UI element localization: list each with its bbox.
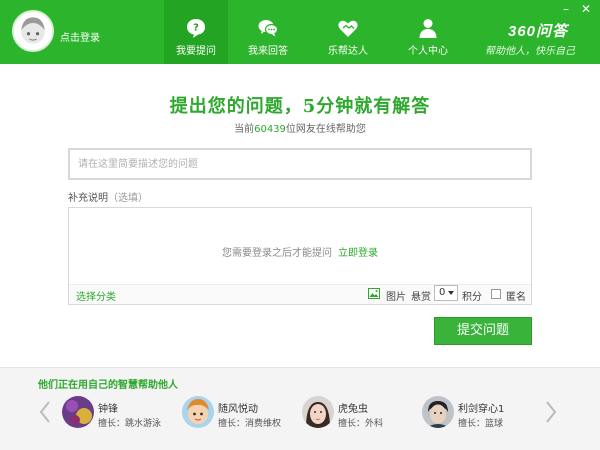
question-input[interactable] <box>68 148 532 180</box>
helper-name: 随风悦动 <box>218 404 258 415</box>
helper-card[interactable]: 随风悦动 擅长：消费维权 <box>182 396 297 432</box>
reward-label: 悬赏 <box>411 292 431 303</box>
minimize-button[interactable]: – <box>556 0 576 18</box>
svg-text:?: ? <box>193 23 199 34</box>
nav-personal-center[interactable]: 个人中心 <box>396 0 460 64</box>
online-suffix: 位网友在线帮助您 <box>285 124 366 135</box>
supplement-box: 您需要登录之后才能提问 立即登录 选择分类 图片 悬赏 0 积分 匿名 <box>68 207 532 305</box>
helper-card[interactable]: 虎兔虫 擅长：外科 <box>302 396 417 432</box>
nav-experts[interactable]: 乐帮达人 <box>316 0 380 64</box>
top-header: 点击登录 ? 我要提问 我来回答 乐帮达人 个人中心 360问答 帮助他人，快乐… <box>0 0 600 64</box>
nav-ask-question[interactable]: ? 我要提问 <box>164 0 228 64</box>
login-hint: 您需要登录之后才能提问 立即登录 <box>69 244 531 259</box>
helper-skill: 擅长：外科 <box>338 419 384 429</box>
online-count-line: 当前60439位网友在线帮助您 <box>0 120 600 135</box>
nav-label: 我来回答 <box>248 46 288 57</box>
helpers-footer: 他们正在用自己的智慧帮助他人 钟锋 擅长：跳水游泳 随风悦动 擅长：消费维权 虎… <box>0 367 600 450</box>
supplement-text: 补充说明 <box>68 193 108 204</box>
page-headline: 提出您的问题，5分钟就有解答 <box>169 96 431 117</box>
reward-select[interactable]: 0 <box>434 285 458 301</box>
nav-label: 乐帮达人 <box>328 46 368 57</box>
points-label: 积分 <box>462 292 482 303</box>
default-avatar-icon <box>14 12 52 50</box>
helper-skill: 擅长：消费维权 <box>218 419 282 429</box>
helper-skill: 擅长：篮球 <box>458 419 504 429</box>
close-button[interactable]: ✕ <box>576 0 596 18</box>
supplement-textarea[interactable]: 您需要登录之后才能提问 立即登录 <box>69 208 531 284</box>
helper-avatar <box>302 396 334 428</box>
online-count: 60439 <box>254 124 286 135</box>
helper-avatar <box>62 396 94 428</box>
nav-label: 我要提问 <box>176 46 216 57</box>
helper-name: 利剑穿心1 <box>458 404 505 415</box>
footer-title: 他们正在用自己的智慧帮助他人 <box>38 380 178 391</box>
online-prefix: 当前 <box>234 124 255 135</box>
nav-answer[interactable]: 我来回答 <box>236 0 300 64</box>
brand-name: 360问答 <box>508 23 569 40</box>
anonymous-checkbox[interactable] <box>491 289 501 299</box>
brand-slogan: 帮助他人，快乐自己 <box>485 46 575 57</box>
select-category-link[interactable]: 选择分类 <box>76 288 116 303</box>
image-icon[interactable] <box>368 288 380 299</box>
supplement-optional: （选填） <box>108 193 148 204</box>
reward-value: 0 <box>439 287 446 298</box>
helper-name: 钟锋 <box>98 404 118 415</box>
question-bubble-icon: ? <box>187 19 205 38</box>
user-avatar[interactable] <box>12 10 54 52</box>
chevron-left-icon[interactable] <box>38 400 52 424</box>
nav-label: 个人中心 <box>408 46 448 57</box>
anonymous-label[interactable]: 匿名 <box>506 288 526 303</box>
helper-card[interactable]: 钟锋 擅长：跳水游泳 <box>62 396 177 432</box>
login-hint-text: 您需要登录之后才能提问 <box>222 248 332 259</box>
login-now-link[interactable]: 立即登录 <box>338 248 378 259</box>
helper-avatar <box>422 396 454 428</box>
submit-question-button[interactable]: 提交问题 <box>434 317 532 345</box>
chevron-down-icon <box>448 291 454 295</box>
login-link[interactable]: 点击登录 <box>60 29 100 44</box>
helper-avatar <box>182 396 214 428</box>
brand-logo: 360问答 <box>508 20 568 41</box>
main-nav: ? 我要提问 我来回答 乐帮达人 个人中心 <box>164 0 460 64</box>
helper-card[interactable]: 利剑穿心1 擅长：篮球 <box>422 396 537 432</box>
image-label[interactable]: 图片 <box>386 288 406 303</box>
helper-skill: 擅长：跳水游泳 <box>98 419 162 429</box>
helper-name: 虎兔虫 <box>338 404 368 415</box>
chat-bubbles-icon <box>258 20 279 37</box>
user-icon <box>419 19 437 38</box>
supplement-toolbar: 选择分类 图片 悬赏 0 积分 匿名 <box>69 284 531 304</box>
supplement-label: 补充说明（选填） <box>68 189 148 204</box>
handshake-heart-icon <box>338 20 358 37</box>
chevron-right-icon[interactable] <box>544 400 558 424</box>
